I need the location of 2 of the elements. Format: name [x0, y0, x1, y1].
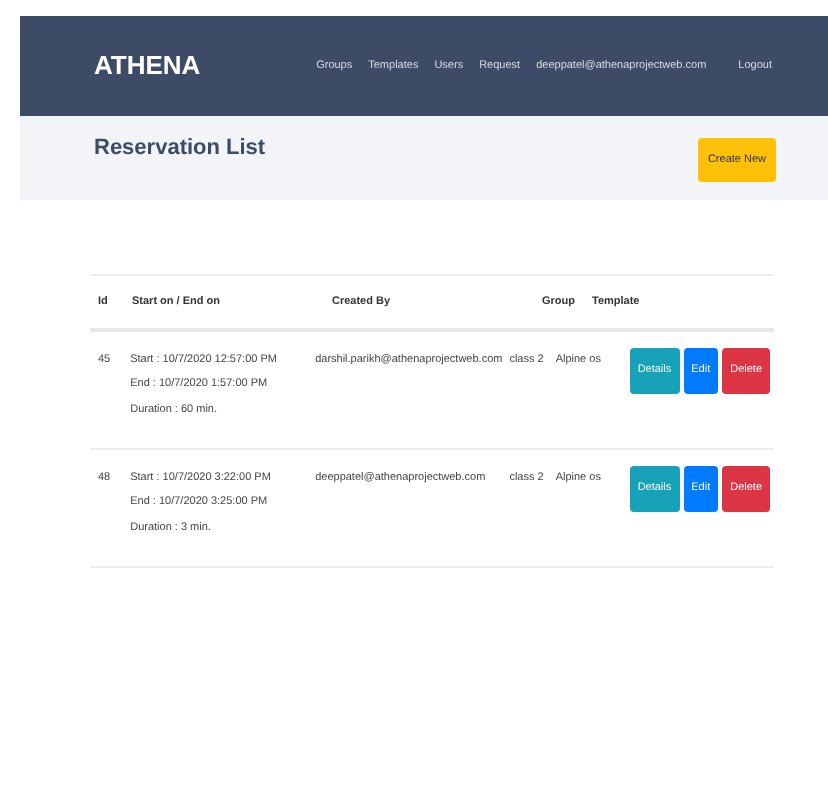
page-title: Reservation List	[94, 134, 266, 164]
brand-logo[interactable]: ATHENA	[94, 46, 201, 86]
